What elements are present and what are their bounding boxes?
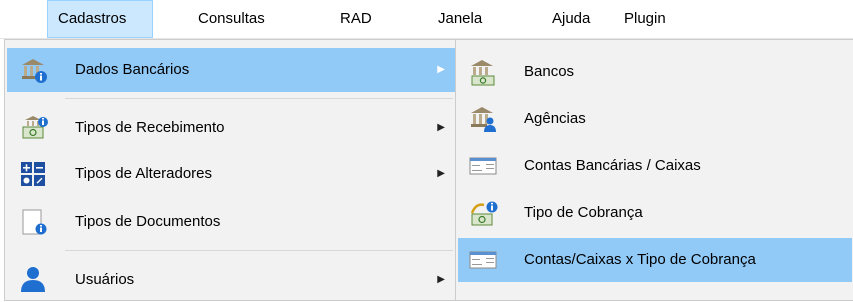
- cadastros-menu: Dados Bancários ▶ Tipos de Recebimento ▶: [4, 39, 458, 301]
- submenu-arrow-icon: ▶: [437, 168, 445, 179]
- calculator-info-icon: [19, 160, 49, 188]
- submenu-item-contas-bancarias-caixas[interactable]: Contas Bancárias / Caixas: [458, 144, 852, 188]
- submenu-item-label: Tipo de Cobrança: [524, 204, 643, 221]
- user-icon: [19, 266, 49, 294]
- menu-plugin[interactable]: Plugin: [614, 0, 676, 38]
- menu-item-label: Tipos de Documentos: [75, 213, 221, 230]
- menu-item-dados-bancarios[interactable]: Dados Bancários ▶: [7, 48, 455, 92]
- menu-item-label: Tipos de Recebimento: [75, 119, 225, 136]
- submenu-item-label: Agências: [524, 110, 586, 127]
- submenu-arrow-icon: ▶: [437, 274, 445, 285]
- menu-item-usuarios[interactable]: Usuários ▶: [7, 258, 455, 302]
- dados-bancarios-submenu: Bancos Agências Contas Bancárias / Caixa…: [455, 39, 853, 301]
- menu-consultas[interactable]: Consultas: [188, 0, 275, 38]
- bank-info-icon: [19, 56, 49, 84]
- menu-item-tipos-de-alteradores[interactable]: Tipos de Alteradores ▶: [7, 152, 455, 196]
- menu-rad[interactable]: RAD: [330, 0, 382, 38]
- menu-item-label: Tipos de Alteradores: [75, 165, 213, 182]
- menu-item-label: Usuários: [75, 271, 135, 288]
- menu-item-tipos-de-recebimento[interactable]: Tipos de Recebimento ▶: [7, 106, 455, 150]
- submenu-item-tipo-de-cobranca[interactable]: Tipo de Cobrança: [458, 191, 852, 235]
- collection-type-icon: [468, 199, 498, 227]
- document-info-icon: [19, 208, 49, 236]
- menu-ajuda-label: Ajuda: [552, 10, 591, 27]
- submenu-arrow-icon: ▶: [437, 64, 445, 75]
- submenu-item-bancos[interactable]: Bancos: [458, 50, 852, 94]
- menu-rad-label: RAD: [340, 10, 372, 27]
- menu-separator: [65, 98, 453, 99]
- submenu-item-label: Contas Bancárias / Caixas: [524, 157, 701, 174]
- menu-item-label: Dados Bancários: [75, 61, 190, 78]
- submenu-arrow-icon: ▶: [437, 122, 445, 133]
- menu-consultas-label: Consultas: [198, 10, 265, 27]
- menu-janela[interactable]: Janela: [428, 0, 492, 38]
- check-icon: [468, 246, 498, 274]
- menu-plugin-label: Plugin: [624, 10, 666, 27]
- bank-icon: [468, 58, 498, 86]
- menu-separator: [65, 250, 453, 251]
- submenu-item-label: Contas/Caixas x Tipo de Cobrança: [524, 251, 756, 268]
- submenu-item-contas-caixas-x-tipo-de-cobranca[interactable]: Contas/Caixas x Tipo de Cobrança: [458, 238, 852, 282]
- menu-janela-label: Janela: [438, 10, 483, 27]
- check-icon: [468, 152, 498, 180]
- agency-icon: [468, 105, 498, 133]
- menu-ajuda[interactable]: Ajuda: [542, 0, 600, 38]
- menu-item-tipos-de-documentos[interactable]: Tipos de Documentos: [7, 200, 455, 244]
- submenu-item-agencias[interactable]: Agências: [458, 97, 852, 141]
- menu-bar: Cadastros Consultas RAD Janela Ajuda Plu…: [0, 0, 853, 39]
- submenu-item-label: Bancos: [524, 63, 575, 80]
- receipt-types-icon: [19, 114, 49, 142]
- menu-cadastros[interactable]: Cadastros: [47, 0, 153, 38]
- menu-cadastros-label: Cadastros: [58, 10, 127, 27]
